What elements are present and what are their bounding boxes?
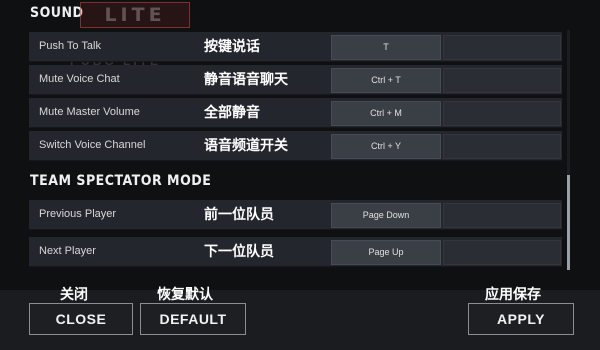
default-chinese-label: 恢复默认 — [157, 286, 213, 302]
keybind-chinese-label: 静音语音聊天 — [204, 71, 288, 87]
keybind-chinese-label: 按键说话 — [204, 38, 260, 54]
primary-key-button[interactable]: Page Down — [331, 203, 441, 228]
primary-key-button[interactable]: Page Up — [331, 240, 441, 265]
keybind-label: Push To Talk — [39, 40, 101, 52]
lite-logo-watermark: LITE — [80, 2, 190, 28]
secondary-key-button[interactable] — [443, 240, 561, 265]
apply-chinese-label: 应用保存 — [485, 286, 541, 302]
keybind-row-next-player: Next Player 下一位队员 Page Up — [29, 237, 562, 267]
keybind-chinese-label: 下一位队员 — [204, 243, 274, 259]
keybinding-settings-screen: SOUND LITE PUBG LITE Push To Talk 按键说话 T… — [0, 0, 600, 350]
primary-key-button[interactable]: T — [331, 35, 441, 60]
keybind-label: Switch Voice Channel — [39, 139, 146, 151]
team-spectator-section-title: TEAM SPECTATOR MODE — [30, 173, 212, 189]
close-chinese-label: 关闭 — [60, 286, 88, 302]
keybind-chinese-label: 前一位队员 — [204, 206, 274, 222]
secondary-key-button[interactable] — [443, 68, 561, 93]
keybind-label: Mute Master Volume — [39, 106, 140, 118]
keybind-chinese-label: 语音频道开关 — [204, 137, 288, 153]
close-button[interactable]: CLOSE — [29, 303, 133, 335]
secondary-key-button[interactable] — [443, 203, 561, 228]
keybind-row-switch-voice-channel: Switch Voice Channel 语音频道开关 Ctrl + Y — [29, 131, 562, 161]
default-button[interactable]: DEFAULT — [140, 303, 246, 335]
apply-button[interactable]: APPLY — [468, 303, 574, 335]
keybind-chinese-label: 全部静音 — [204, 104, 260, 120]
primary-key-button[interactable]: Ctrl + T — [331, 68, 441, 93]
keybind-row-mute-voice-chat: Mute Voice Chat 静音语音聊天 Ctrl + T — [29, 65, 562, 95]
scrollbar-thumb[interactable] — [567, 175, 570, 270]
sound-section-title: SOUND — [30, 5, 84, 21]
secondary-key-button[interactable] — [443, 35, 561, 60]
primary-key-button[interactable]: Ctrl + M — [331, 101, 441, 126]
keybind-label: Mute Voice Chat — [39, 73, 120, 85]
primary-key-button[interactable]: Ctrl + Y — [331, 134, 441, 159]
keybind-row-previous-player: Previous Player 前一位队员 Page Down — [29, 200, 562, 230]
keybind-label: Previous Player — [39, 208, 117, 220]
secondary-key-button[interactable] — [443, 134, 561, 159]
keybind-row-push-to-talk: Push To Talk 按键说话 T — [29, 32, 562, 62]
secondary-key-button[interactable] — [443, 101, 561, 126]
keybind-label: Next Player — [39, 245, 96, 257]
keybind-row-mute-master-volume: Mute Master Volume 全部静音 Ctrl + M — [29, 98, 562, 128]
